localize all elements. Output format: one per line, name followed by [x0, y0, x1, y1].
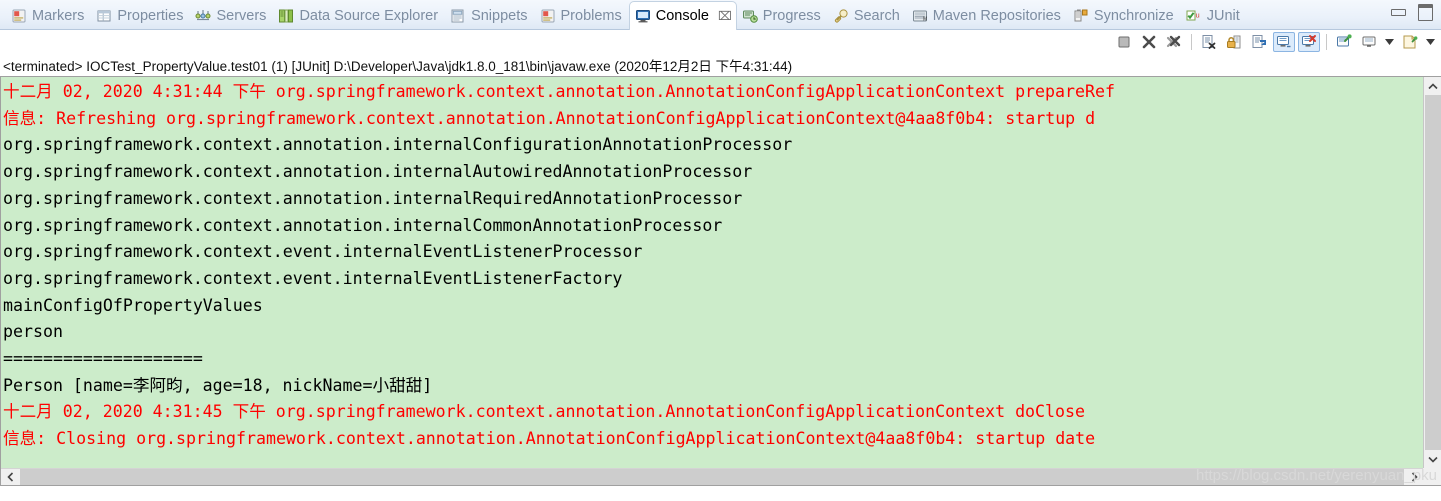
- junit-icon: u: [1186, 8, 1202, 24]
- console-line: ====================: [3, 349, 203, 369]
- console-line: Person [name=李阿昀, age=18, nickName=小甜甜]: [3, 375, 433, 395]
- tab-properties[interactable]: Properties: [91, 3, 190, 29]
- vertical-scrollbar[interactable]: [1423, 77, 1441, 468]
- console-icon: [635, 8, 651, 24]
- tab-servers[interactable]: Servers: [190, 3, 273, 29]
- show-console-on-error-button[interactable]: [1298, 32, 1320, 52]
- console-line: 信息: Refreshing org.springframework.conte…: [3, 108, 1096, 128]
- tab-label: Servers: [216, 7, 267, 24]
- maximize-icon[interactable]: [1418, 4, 1433, 21]
- tab-synchronize[interactable]: Synchronize: [1068, 3, 1181, 29]
- tab-label: Console: [655, 7, 709, 24]
- tab-snippets[interactable]: Snippets: [445, 3, 534, 29]
- tab-label: JUnit: [1206, 7, 1240, 24]
- console-view: 十二月 02, 2020 4:31:44 下午 org.springframew…: [0, 76, 1441, 486]
- remove-launch-button[interactable]: [1138, 32, 1160, 52]
- svg-text:M: M: [923, 17, 927, 23]
- tab-console[interactable]: Console ⌧: [628, 1, 737, 30]
- minimize-icon[interactable]: [1391, 9, 1406, 16]
- word-wrap-button[interactable]: [1248, 32, 1270, 52]
- display-selected-console-button[interactable]: [1358, 32, 1380, 52]
- markers-icon: [11, 8, 27, 24]
- scroll-down-button[interactable]: [1424, 450, 1441, 468]
- remove-all-terminated-button[interactable]: [1163, 32, 1185, 52]
- tab-markers[interactable]: Markers: [6, 3, 91, 29]
- tab-label: Maven Repositories: [932, 7, 1061, 24]
- svg-text:u: u: [1195, 11, 1199, 20]
- scroll-lock-button[interactable]: [1223, 32, 1245, 52]
- scroll-up-button[interactable]: [1424, 77, 1441, 95]
- console-output-text[interactable]: 十二月 02, 2020 4:31:44 下午 org.springframew…: [1, 77, 1423, 453]
- console-line: 十二月 02, 2020 4:31:44 下午 org.springframew…: [3, 82, 1115, 101]
- console-scrollport[interactable]: 十二月 02, 2020 4:31:44 下午 org.springframew…: [1, 77, 1423, 468]
- console-line: mainConfigOfPropertyValues: [3, 295, 263, 315]
- tab-label: Search: [853, 7, 900, 24]
- console-line: person: [3, 322, 63, 342]
- problems-icon: [540, 8, 556, 24]
- console-toolbar: [1113, 32, 1437, 52]
- data-source-explorer-icon: [278, 8, 294, 24]
- properties-icon: [96, 8, 112, 24]
- console-toolbar-row: [0, 30, 1441, 54]
- console-line: org.springframework.context.event.intern…: [3, 268, 623, 288]
- show-console-on-output-button[interactable]: [1273, 32, 1295, 52]
- display-selected-console-dropdown[interactable]: [1383, 32, 1396, 52]
- console-line: 信息: Closing org.springframework.context.…: [3, 429, 1096, 449]
- scroll-right-button[interactable]: [1405, 469, 1423, 485]
- pin-console-button[interactable]: [1333, 32, 1355, 52]
- console-line: org.springframework.context.event.intern…: [3, 242, 643, 262]
- toolbar-separator-1: [1191, 34, 1192, 50]
- synchronize-icon: [1073, 8, 1089, 24]
- launch-description: <terminated> IOCTest_PropertyValue.test0…: [0, 54, 1441, 76]
- scroll-left-button[interactable]: [1, 469, 19, 485]
- tab-label: Problems: [560, 7, 622, 24]
- progress-icon: [742, 8, 758, 24]
- horizontal-scrollbar[interactable]: [1, 468, 1423, 485]
- terminate-button[interactable]: [1113, 32, 1135, 52]
- scrollbar-corner: [1423, 468, 1441, 485]
- snippets-icon: [450, 8, 466, 24]
- console-line: 十二月 02, 2020 4:31:45 下午 org.springframew…: [3, 402, 1085, 422]
- tab-problems[interactable]: Problems: [535, 3, 629, 29]
- tab-label: Progress: [762, 7, 821, 24]
- console-line: org.springframework.context.annotation.i…: [3, 215, 723, 235]
- tab-label: Properties: [117, 7, 184, 24]
- clear-console-button[interactable]: [1198, 32, 1220, 52]
- servers-icon: [195, 8, 211, 24]
- maven-repositories-icon: M: [912, 8, 928, 24]
- tab-maven-repositories[interactable]: M Maven Repositories: [907, 3, 1068, 29]
- view-tab-bar: Markers Properties Servers Data Source Expl…: [0, 0, 1441, 30]
- vertical-scrollbar-thumb[interactable]: [1425, 95, 1441, 450]
- tab-junit[interactable]: u JUnit: [1181, 3, 1247, 29]
- tab-label: Snippets: [471, 7, 528, 24]
- tab-progress[interactable]: Progress: [737, 3, 828, 29]
- window-controls: [1391, 4, 1433, 21]
- tab-label: Markers: [32, 7, 85, 24]
- tab-label: Data Source Explorer: [299, 7, 439, 24]
- new-console-view-button[interactable]: [1399, 32, 1421, 52]
- console-line: org.springframework.context.annotation.i…: [3, 162, 753, 182]
- horizontal-scrollbar-thumb[interactable]: [20, 469, 1404, 485]
- console-line: org.springframework.context.annotation.i…: [3, 135, 793, 155]
- close-icon[interactable]: ⌧: [718, 10, 732, 22]
- search-icon: [833, 8, 849, 24]
- tab-label: Synchronize: [1093, 7, 1174, 24]
- tab-data-source-explorer[interactable]: Data Source Explorer: [273, 3, 445, 29]
- toolbar-separator-2: [1326, 34, 1327, 50]
- new-console-view-dropdown[interactable]: [1424, 32, 1437, 52]
- console-line: org.springframework.context.annotation.i…: [3, 188, 743, 208]
- tab-search[interactable]: Search: [828, 3, 907, 29]
